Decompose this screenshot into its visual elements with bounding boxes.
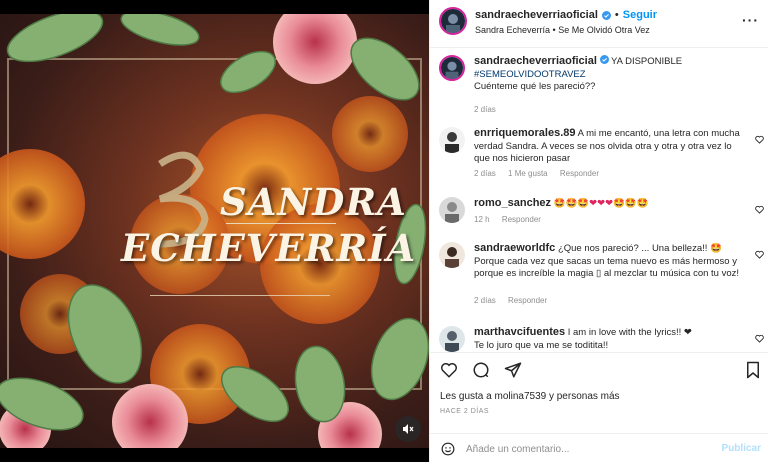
avatar[interactable] [439, 55, 465, 81]
verified-badge-icon [599, 55, 609, 64]
caption-text: YA DISPONIBLE [611, 56, 683, 67]
audio-track[interactable]: Sandra Echeverría • Se Me Olvidó Otra Ve… [475, 25, 650, 35]
caption-time: 2 días [474, 105, 496, 114]
add-comment-bar: Publicar [430, 433, 768, 462]
posted-time: HACE 2 DÍAS [440, 408, 490, 415]
like-heart-icon[interactable] [440, 361, 458, 379]
comment-time: 2 días [474, 169, 496, 178]
reply-button[interactable]: Responder [560, 169, 599, 178]
comment-username[interactable]: romo_sanchez [474, 197, 551, 209]
save-bookmark-icon[interactable] [745, 361, 761, 379]
comment-icon[interactable] [472, 361, 490, 379]
artist-name-line2: ECHEVERRÍA [121, 226, 417, 270]
avatar[interactable] [439, 242, 465, 268]
post-side-panel: sandraecheverriaoficial • Seguir Sandra … [429, 0, 768, 462]
verified-badge-icon [601, 10, 611, 20]
caption-username[interactable]: sandraecheverriaoficial [474, 55, 597, 67]
share-icon[interactable] [504, 361, 522, 379]
reply-button[interactable]: Responder [502, 215, 541, 224]
comment-text: 🤩🤩🤩❤❤❤🤩🤩🤩 [553, 198, 649, 209]
follow-button[interactable]: Seguir [623, 9, 657, 21]
like-comment-heart-icon[interactable] [755, 135, 764, 144]
comments-list[interactable]: sandraecheverriaoficial YA DISPONIBLE #S… [430, 48, 768, 352]
post-header: sandraecheverriaoficial • Seguir Sandra … [430, 0, 768, 48]
muted-speaker-icon [403, 424, 414, 434]
avatar[interactable] [439, 127, 465, 153]
comment-time: 2 días [474, 296, 496, 305]
comment-username[interactable]: enrriquemorales.89 [474, 127, 576, 139]
like-comment-heart-icon[interactable] [755, 334, 764, 343]
like-comment-heart-icon[interactable] [755, 205, 764, 214]
comment-time: 12 h [474, 215, 490, 224]
artist-name-line1: SANDRA [220, 180, 407, 224]
post-media[interactable]: SANDRA ECHEVERRÍA [0, 0, 429, 462]
comment-text: I am in love with the lyrics!! ❤ [567, 327, 692, 338]
emoji-smile-icon[interactable] [441, 442, 455, 456]
avatar[interactable] [439, 326, 465, 352]
avatar[interactable] [439, 7, 467, 35]
publish-button[interactable]: Publicar [722, 443, 761, 454]
comment-text-line2: Te lo juro que va me se toditita!! [474, 339, 609, 351]
caption-line2: Cuénteme qué les pareció?? [474, 81, 596, 92]
comment-likes[interactable]: 1 Me gusta [508, 169, 548, 178]
comment-username[interactable]: sandraeworldfc [474, 242, 555, 254]
brand-divider [226, 223, 336, 224]
avatar[interactable] [439, 197, 465, 223]
likes-count[interactable]: Les gusta a molina7539 y personas más [440, 391, 620, 402]
reply-button[interactable]: Responder [508, 296, 547, 305]
separator-dot: • [614, 9, 619, 21]
more-options-icon[interactable]: ··· [742, 12, 759, 28]
post-author-username[interactable]: sandraecheverriaoficial [475, 9, 598, 21]
post-actions: Les gusta a molina7539 y personas más HA… [430, 352, 768, 462]
brand-divider-bottom [150, 295, 330, 296]
mute-button[interactable] [395, 416, 421, 442]
caption-hashtag[interactable]: #SEMEOLVIDOOTRAVEZ [474, 69, 586, 80]
comment-username[interactable]: marthavcifuentes [474, 326, 565, 338]
like-comment-heart-icon[interactable] [755, 250, 764, 259]
comment-input[interactable] [466, 440, 696, 458]
